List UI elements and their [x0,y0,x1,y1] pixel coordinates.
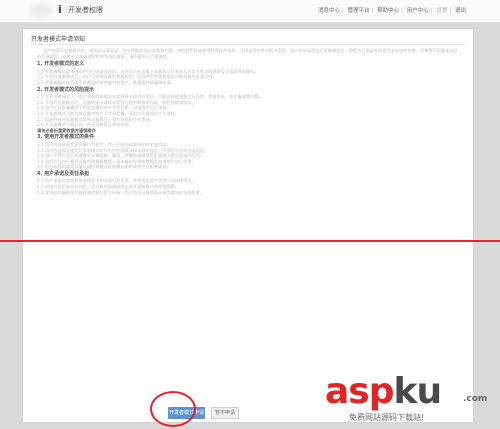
section-heading: 4. 用户承诺及责任承担 [37,170,90,177]
section-heading: 3. 使用开发者模式的条件 [37,134,95,141]
section-heading: 1. 开发者模式的定义 [37,61,85,68]
watermark-brand-main: asp [325,371,394,412]
watermark-brand-ku: ku [393,371,443,412]
clause: 3.5 官方有权根据实际情况随时调整开发者模式的申请条件及相关规则。 [37,164,171,170]
page-title: 开发者权限 [68,6,103,14]
watermark: aspku .com 免费网站源码下载站! [325,372,495,424]
cancel-button[interactable]: 暂不申请 [211,407,239,419]
nav-item-manage[interactable]: 管理平台 [347,8,369,14]
watermark-tld: .com [463,394,488,404]
clause: 1.3 开发者模式仅适用于具备相应技术能力的用户，普通用户请谨慎申请。 [37,79,175,85]
nav-item-messages[interactable]: 消息中心 [318,8,340,14]
nav-item-help[interactable]: 帮助中心 [377,8,399,14]
watermark-subtitle: 免费网站源码下载站! [349,413,425,422]
watermark-brand: aspku [325,371,443,412]
annotation-red-line [0,240,500,242]
nav-item-settings[interactable]: 设置 [436,8,447,14]
top-header: i 开发者权限 消息中心 | 管理平台 | 帮助中心 | 用户中心 | 设置 | 退出 [0,0,500,23]
title-divider [31,44,465,45]
highlight-note: 请务必备份重要数据并谨慎操作 [37,127,96,133]
clause: 4.3 本协议的解释权及最终修改权归官方所有，用户点击同意即表示接受本协议全部条… [37,189,205,195]
logo-icon [30,4,52,18]
top-nav: 消息中心 | 管理平台 | 帮助中心 | 用户中心 | 设置 | 退出 [317,8,466,14]
agreement-panel: 开发者模式申请须知 用户申请开发者模式前，请务必认真阅读、充分理解本协议各条款内… [22,28,474,423]
section-heading: 2. 开发者模式的风险提示 [37,86,95,93]
agreement-title: 开发者模式申请须知 [31,36,86,43]
nav-item-logout[interactable]: 退出 [455,8,466,14]
agreement-text: 用户申请开发者模式前，请务必认真阅读、充分理解本协议各条款内容，特别是免除或者限… [37,48,459,195]
annotation-red-circle [150,391,196,427]
logo-letter: i [58,3,62,16]
agreement-intro: 用户申请开发者模式前，请务必认真阅读、充分理解本协议各条款内容，特别是免除或者限… [37,48,458,59]
nav-item-user[interactable]: 用户中心 [407,8,429,14]
